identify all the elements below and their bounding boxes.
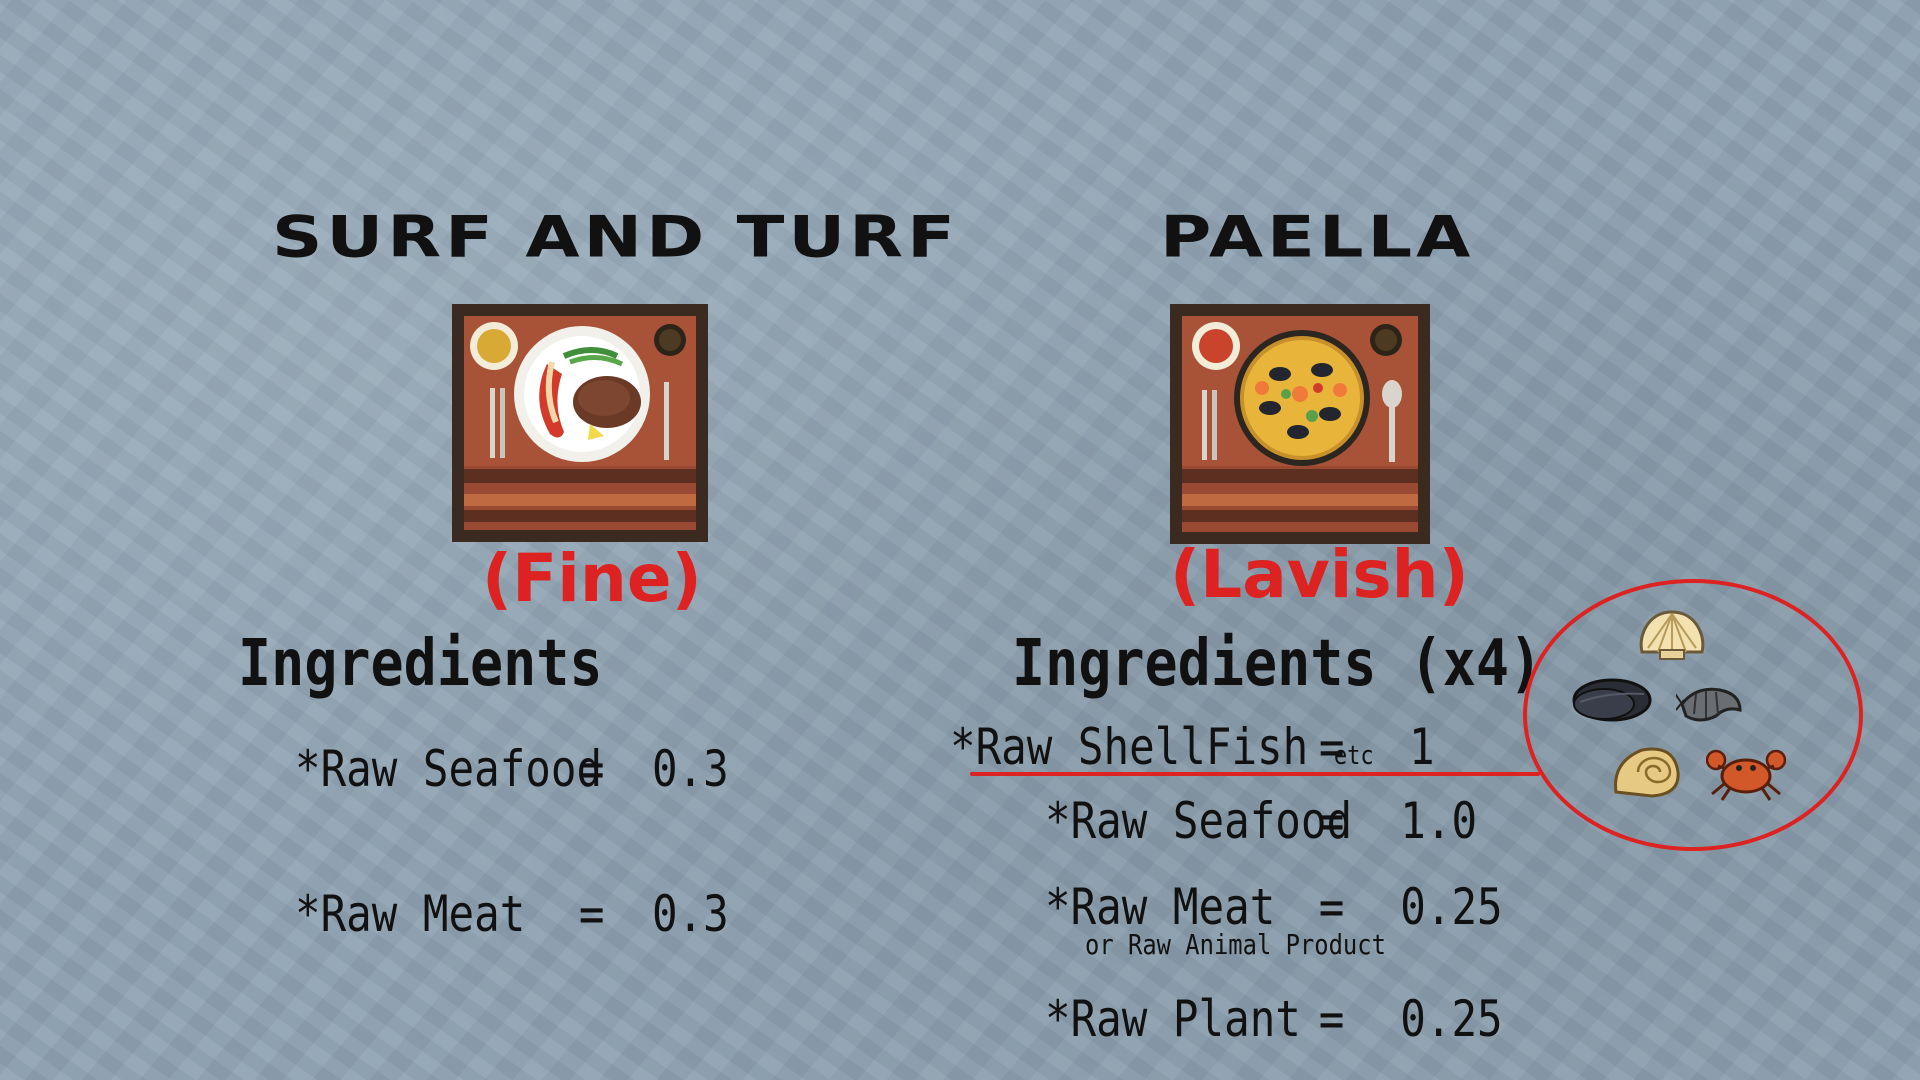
- snail-shell-icon: [1614, 747, 1680, 798]
- paella-ingredients-header: Ingredients (x4): [1012, 627, 1543, 701]
- ingredient-name: *Raw ShellFish etc: [950, 718, 1374, 776]
- paella-title: Paella: [1160, 203, 1475, 271]
- paella-quality-label: (Lavish): [1170, 536, 1469, 613]
- ingredient-amount: 0.3: [652, 740, 729, 798]
- paella-ingredient-row: *Raw Seafood = 1.0: [1045, 792, 1477, 850]
- ingredient-name: *Raw Seafood: [295, 740, 603, 798]
- raw-meat-alternative-note: or Raw Animal Product: [1085, 928, 1386, 961]
- ingredient-amount: 1.0: [1400, 792, 1478, 850]
- textured-background: [0, 0, 1920, 1080]
- ingredient-amount: 0.25: [1400, 878, 1503, 936]
- ingredient-name: *Raw Plant: [1045, 990, 1301, 1048]
- equals-sign: =: [1318, 718, 1345, 776]
- ingredient-amount: 0.3: [652, 885, 729, 943]
- ingredient-name: *Raw Seafood: [1045, 792, 1353, 850]
- surf-and-turf-title: Surf and Turf: [272, 203, 959, 271]
- shellfish-underline: [970, 772, 1540, 776]
- crab-icon: [1706, 749, 1786, 801]
- equals-sign: =: [578, 740, 605, 798]
- ingredient-name: *Raw Meat: [295, 885, 526, 943]
- mussel-icon: [1572, 678, 1652, 722]
- paella-ingredient-row: *Raw ShellFish etc = 1: [950, 718, 1435, 776]
- equals-sign: =: [578, 885, 605, 943]
- paella-ingredient-row: *Raw Plant = 0.25: [1045, 990, 1503, 1048]
- surf-and-turf-ingredients-header: Ingredients: [238, 627, 603, 701]
- ingredient-amount: 0.25: [1400, 990, 1503, 1048]
- surf-ingredient-row: *Raw Seafood = 0.3: [295, 740, 729, 798]
- shrimp-icon: [1676, 687, 1742, 722]
- ingredient-amount: 1: [1409, 718, 1435, 776]
- equals-sign: =: [1318, 990, 1345, 1048]
- surf-and-turf-plate-icon: [452, 304, 708, 542]
- paella-pan-icon: [1170, 304, 1430, 544]
- surf-ingredient-row: *Raw Meat = 0.3: [295, 885, 729, 943]
- surf-and-turf-quality-label: (Fine): [482, 540, 702, 617]
- scallop-icon: [1639, 610, 1705, 660]
- equals-sign: =: [1318, 792, 1345, 850]
